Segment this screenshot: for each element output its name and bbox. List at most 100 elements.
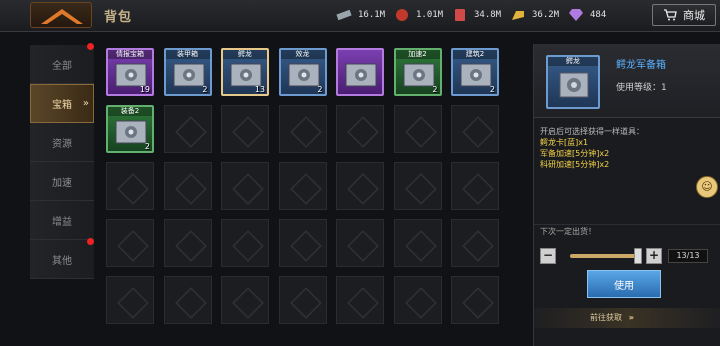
crate-icon [115,120,147,144]
goto-obtain-button[interactable]: 前往获取 ››› [534,308,720,328]
detail-use-level: 使用等级：1 [616,83,667,93]
inventory-item[interactable]: 情报宝箱 19 [106,48,154,96]
notification-dot [87,43,94,50]
resource-gold[interactable]: 36.2M [510,6,559,24]
tab-label: 加速 [52,177,72,189]
empty-slot [451,105,499,153]
detail-item-icon: 鳄龙 [546,55,600,109]
resource-diamond[interactable]: 484 [568,6,606,24]
empty-slot [106,162,154,210]
item-label: 加速2 [395,50,440,59]
use-button[interactable]: 使用 [587,270,661,298]
quantity-value[interactable]: 13/13 [668,249,708,263]
shop-button[interactable]: 商城 [652,4,716,26]
resource-steel[interactable]: 16.1M [336,6,385,24]
item-detail-panel: 鳄龙 鳄龙军备箱 使用等级：1 开启后可选择获得一样道具： 鳄龙卡[蓝]x1 军… [533,44,720,346]
item-count: 13 [254,85,265,94]
item-count: 2 [489,85,495,94]
reward-item: 鳄龙卡[蓝]x1 [540,138,589,147]
empty-slot [163,276,212,324]
tab-speedup[interactable]: 加速 [30,162,94,201]
empty-slot [106,219,154,267]
empty-slot [163,105,212,153]
inventory-item[interactable]: 建筑2 2 [451,48,499,96]
empty-slot [221,162,269,210]
reward-item: 军备加速[5分钟]x2 [540,149,610,158]
empty-slot [278,219,327,267]
quantity-slider-track[interactable] [570,254,640,258]
tab-label: 全部 [52,60,72,72]
item-description: 开启后可选择获得一样道具： 鳄龙卡[蓝]x1 军备加速[5分钟]x2 科研加速[… [540,126,716,170]
empty-slot [221,105,269,153]
notification-dot [87,238,94,245]
resource-value: 1.01M [416,10,444,20]
empty-slot [336,105,384,153]
crate-icon [288,63,319,87]
item-label: 建筑2 [453,50,497,59]
empty-slot [393,105,442,153]
item-label: 效龙 [280,50,325,59]
shop-label: 商城 [683,9,705,22]
empty-slot [336,219,384,267]
item-count: 19 [139,85,150,94]
next-drop-text: 下次一定出货！ [534,224,720,238]
empty-slot [336,276,384,324]
reward-item: 科研加速[5分钟]x2 [540,160,610,169]
gold-icon [510,8,526,22]
tab-label: 其他 [52,255,72,267]
empty-slot [393,276,442,324]
page-title: 背包 [104,10,133,25]
resource-value: 36.2M [532,10,560,20]
empty-slot [336,162,384,210]
item-count: 2 [432,85,438,94]
crate-icon [403,63,434,87]
empty-slot [163,219,212,267]
tab-all[interactable]: 全部 [30,43,94,84]
empty-slot [106,276,154,324]
inventory-item[interactable]: 加速2 2 [393,48,442,96]
back-arrow-icon [41,9,83,24]
inventory-item[interactable]: 装甲箱 2 [163,48,212,96]
tab-label: 宝箱 [52,100,72,111]
item-label: 装甲箱 [165,50,210,59]
crate-icon [173,63,204,87]
inventory-item[interactable]: 装备2 2 [106,105,154,153]
minus-button[interactable]: − [540,248,556,264]
ammo-icon [452,8,468,22]
top-bar: 背包 16.1M 1.01M 34.8M 36.2M 484 商城 [0,0,720,32]
tab-resources[interactable]: 资源 [30,123,94,162]
empty-slot [451,276,499,324]
resource-ammo[interactable]: 34.8M [452,6,501,24]
tab-label: 增益 [52,216,72,228]
inventory-item[interactable]: 效龙 2 [278,48,327,96]
empty-slot [393,219,442,267]
empty-slot [278,276,327,324]
goto-label: 前往获取 [590,313,622,322]
item-grid: 情报宝箱 19 装甲箱 2 鳄龙 13 效龙 2 加速2 2 建筑2 2 装备2 2 [100,44,530,346]
quantity-selector: − + 13/13 [540,248,716,264]
diamond-icon [568,8,584,22]
tab-other[interactable]: 其他 [30,238,94,279]
inventory-item[interactable]: 鳄龙 13 [221,48,269,96]
assistant-avatar-icon[interactable]: ☺ [696,176,718,198]
resource-value: 16.1M [358,10,386,20]
back-button[interactable] [30,2,92,28]
use-label: 使用 [614,280,634,292]
tab-boost[interactable]: 增益 [30,201,94,240]
inventory-item[interactable] [336,48,384,96]
item-icon-label: 鳄龙 [548,57,598,66]
cart-icon [664,9,677,21]
empty-slot [221,276,269,324]
empty-slot [451,219,499,267]
empty-slot [451,162,499,210]
item-count: 2 [144,142,150,151]
resource-oil[interactable]: 1.01M [394,6,443,24]
empty-slot [278,162,327,210]
item-count: 2 [317,85,323,94]
plus-button[interactable]: + [646,248,662,264]
tab-chest[interactable]: 宝箱 » [30,84,94,123]
item-label: 情报宝箱 [108,50,152,59]
chevron-right-icon: ››› [628,313,634,322]
detail-header: 鳄龙 鳄龙军备箱 使用等级：1 [534,44,720,118]
quantity-slider-handle[interactable] [634,248,642,264]
